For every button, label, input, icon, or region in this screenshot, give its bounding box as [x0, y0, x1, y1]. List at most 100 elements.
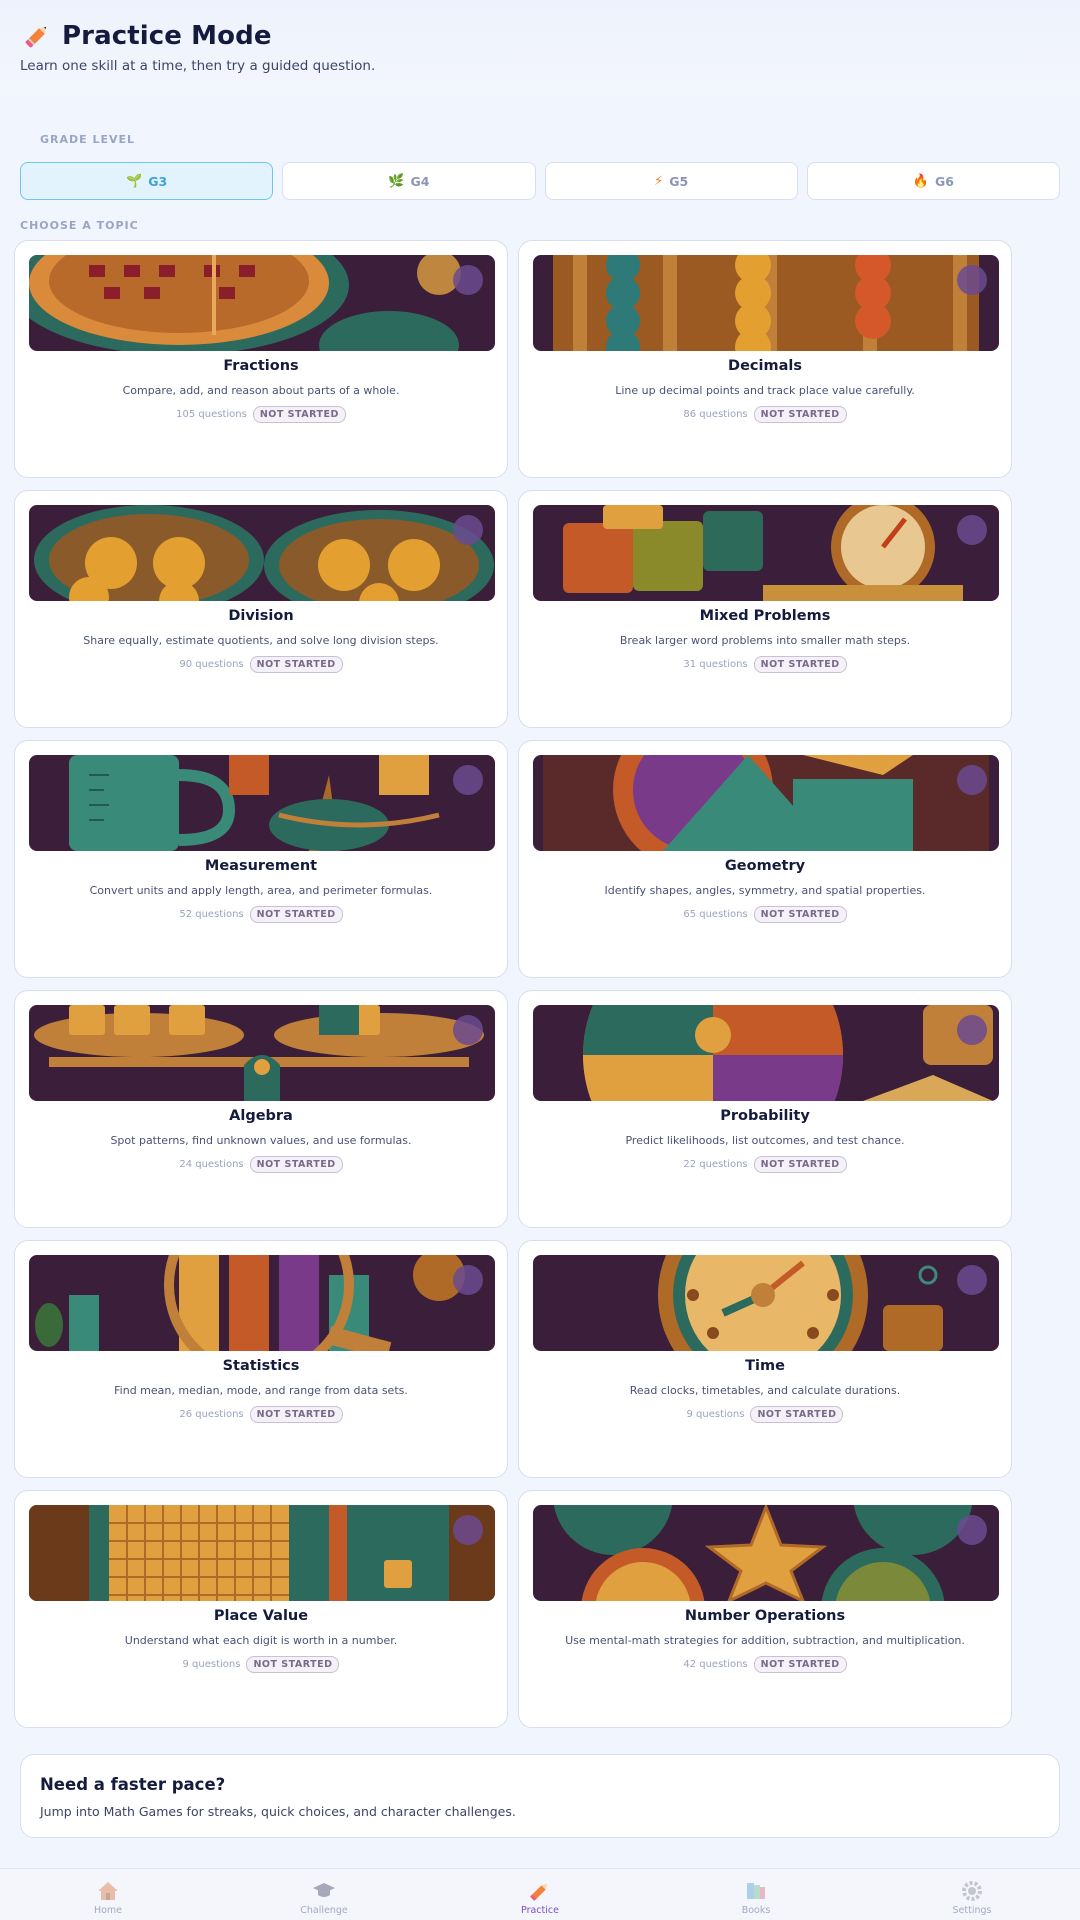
topic-illustration — [29, 1255, 495, 1351]
topic-title: Geometry — [724, 858, 806, 874]
topic-illustration — [533, 755, 999, 851]
topic-title: Time — [745, 1358, 785, 1374]
question-count: 24 questions — [179, 1159, 244, 1170]
topic-card-geometry[interactable]: Geometry Identify shapes, angles, symmet… — [518, 740, 1012, 978]
question-count: 31 questions — [683, 659, 748, 670]
topic-title: Fractions — [223, 358, 299, 374]
topic-illustration — [29, 1005, 495, 1101]
nav-label: Challenge — [300, 1905, 348, 1916]
progress-dot — [957, 1515, 987, 1545]
nav-label: Books — [741, 1905, 771, 1916]
status-badge: NOT STARTED — [249, 656, 343, 673]
status-badge: NOT STARTED — [753, 406, 847, 423]
gear-icon — [960, 1879, 984, 1903]
question-count: 9 questions — [182, 1659, 241, 1670]
topic-card-mixed-problems[interactable]: Mixed Problems Break larger word problem… — [518, 490, 1012, 728]
grade-button-g4[interactable]: 🌿 G4 — [282, 162, 536, 200]
topic-card-number-operations[interactable]: Number Operations Use mental-math strate… — [518, 1490, 1012, 1728]
grade-button-g3[interactable]: 🌱 G3 — [20, 162, 274, 200]
nav-item-books[interactable]: Books — [648, 1869, 864, 1920]
topic-illustration — [533, 255, 999, 351]
topic-card-time[interactable]: Time Read clocks, timetables, and calcul… — [518, 1240, 1012, 1478]
question-count: 26 questions — [179, 1409, 244, 1420]
topic-illustration — [533, 1505, 999, 1601]
topic-description: Share equally, estimate quotients, and s… — [83, 634, 439, 647]
topic-illustration — [29, 505, 495, 601]
topic-description: Compare, add, and reason about parts of … — [122, 384, 400, 397]
status-badge: NOT STARTED — [753, 1156, 847, 1173]
topic-card-fractions[interactable]: Fractions Compare, add, and reason about… — [14, 240, 508, 478]
topic-card-measurement[interactable]: Measurement Convert units and apply leng… — [14, 740, 508, 978]
topic-description: Predict likelihoods, list outcomes, and … — [625, 1134, 905, 1147]
topic-description: Break larger word problems into smaller … — [619, 634, 911, 647]
question-count: 52 questions — [179, 909, 244, 920]
topic-card-division[interactable]: Division Share equally, estimate quotien… — [14, 490, 508, 728]
topic-card-statistics[interactable]: Statistics Find mean, median, mode, and … — [14, 1240, 508, 1478]
pencil-icon — [528, 1879, 552, 1903]
status-badge: NOT STARTED — [750, 1406, 844, 1423]
topic-title: Decimals — [728, 358, 802, 374]
topic-card-probability[interactable]: Probability Predict likelihoods, list ou… — [518, 990, 1012, 1228]
progress-dot — [453, 1265, 483, 1295]
progress-dot — [957, 1015, 987, 1045]
topic-illustration — [29, 1505, 495, 1601]
status-badge: NOT STARTED — [246, 1656, 340, 1673]
progress-dot — [453, 1015, 483, 1045]
topic-card-decimals[interactable]: Decimals Line up decimal points and trac… — [518, 240, 1012, 478]
topic-illustration — [29, 255, 495, 351]
nav-label: Home — [93, 1905, 123, 1916]
house-icon — [96, 1879, 120, 1903]
seedling-icon: 🌱 — [126, 173, 143, 189]
nav-item-practice[interactable]: Practice — [432, 1869, 648, 1920]
bottom-nav: Home Challenge Practice Books Settings — [0, 1868, 1080, 1920]
grade-button-g6[interactable]: 🔥 G6 — [806, 162, 1060, 200]
topic-illustration — [29, 755, 495, 851]
grade-level-label: GRADE LEVEL — [40, 133, 136, 146]
status-badge: NOT STARTED — [249, 1156, 343, 1173]
topic-meta: 9 questions NOT STARTED — [519, 1406, 1011, 1423]
promo-text: Jump into Math Games for streaks, quick … — [40, 1804, 516, 1819]
progress-dot — [957, 265, 987, 295]
topic-meta: 31 questions NOT STARTED — [519, 656, 1011, 673]
topic-description: Understand what each digit is worth in a… — [124, 1634, 398, 1647]
grade-selector: 🌱 G3 🌿 G4 ⚡ G5 🔥 G6 — [20, 162, 1060, 200]
topic-meta: 24 questions NOT STARTED — [15, 1156, 507, 1173]
status-badge: NOT STARTED — [753, 1656, 847, 1673]
topic-title: Place Value — [213, 1608, 309, 1624]
nav-item-challenge[interactable]: Challenge — [216, 1869, 432, 1920]
topic-meta: 105 questions NOT STARTED — [15, 406, 507, 423]
topic-illustration — [533, 1005, 999, 1101]
progress-dot — [453, 265, 483, 295]
status-badge: NOT STARTED — [252, 406, 346, 423]
topic-card-place-value[interactable]: Place Value Understand what each digit i… — [14, 1490, 508, 1728]
nav-item-home[interactable]: Home — [0, 1869, 216, 1920]
nav-item-settings[interactable]: Settings — [864, 1869, 1080, 1920]
progress-dot — [957, 1265, 987, 1295]
lightning-icon: ⚡ — [654, 173, 664, 189]
topic-title: Measurement — [204, 858, 318, 874]
choose-topic-label: CHOOSE A TOPIC — [20, 219, 139, 232]
status-badge: NOT STARTED — [753, 656, 847, 673]
question-count: 42 questions — [683, 1659, 748, 1670]
faster-pace-card[interactable]: Need a faster pace? Jump into Math Games… — [20, 1754, 1060, 1838]
grade-label: G3 — [148, 173, 168, 189]
graduation-cap-icon — [312, 1879, 336, 1903]
topic-meta: 52 questions NOT STARTED — [15, 906, 507, 923]
grade-button-g5[interactable]: ⚡ G5 — [544, 162, 798, 200]
question-count: 22 questions — [683, 1159, 748, 1170]
topic-description: Spot patterns, find unknown values, and … — [110, 1134, 412, 1147]
promo-title: Need a faster pace? — [40, 1775, 226, 1794]
grade-label: G6 — [934, 173, 954, 189]
topic-meta: 26 questions NOT STARTED — [15, 1406, 507, 1423]
progress-dot — [453, 515, 483, 545]
page-header: Practice Mode Learn one skill at a time,… — [0, 0, 1080, 96]
books-icon — [744, 1879, 768, 1903]
topic-description: Convert units and apply length, area, an… — [89, 884, 433, 897]
progress-dot — [453, 1515, 483, 1545]
topic-card-algebra[interactable]: Algebra Spot patterns, find unknown valu… — [14, 990, 508, 1228]
progress-dot — [957, 515, 987, 545]
question-count: 86 questions — [683, 409, 748, 420]
status-badge: NOT STARTED — [249, 906, 343, 923]
topic-meta: 22 questions NOT STARTED — [519, 1156, 1011, 1173]
topic-title: Number Operations — [684, 1608, 846, 1624]
